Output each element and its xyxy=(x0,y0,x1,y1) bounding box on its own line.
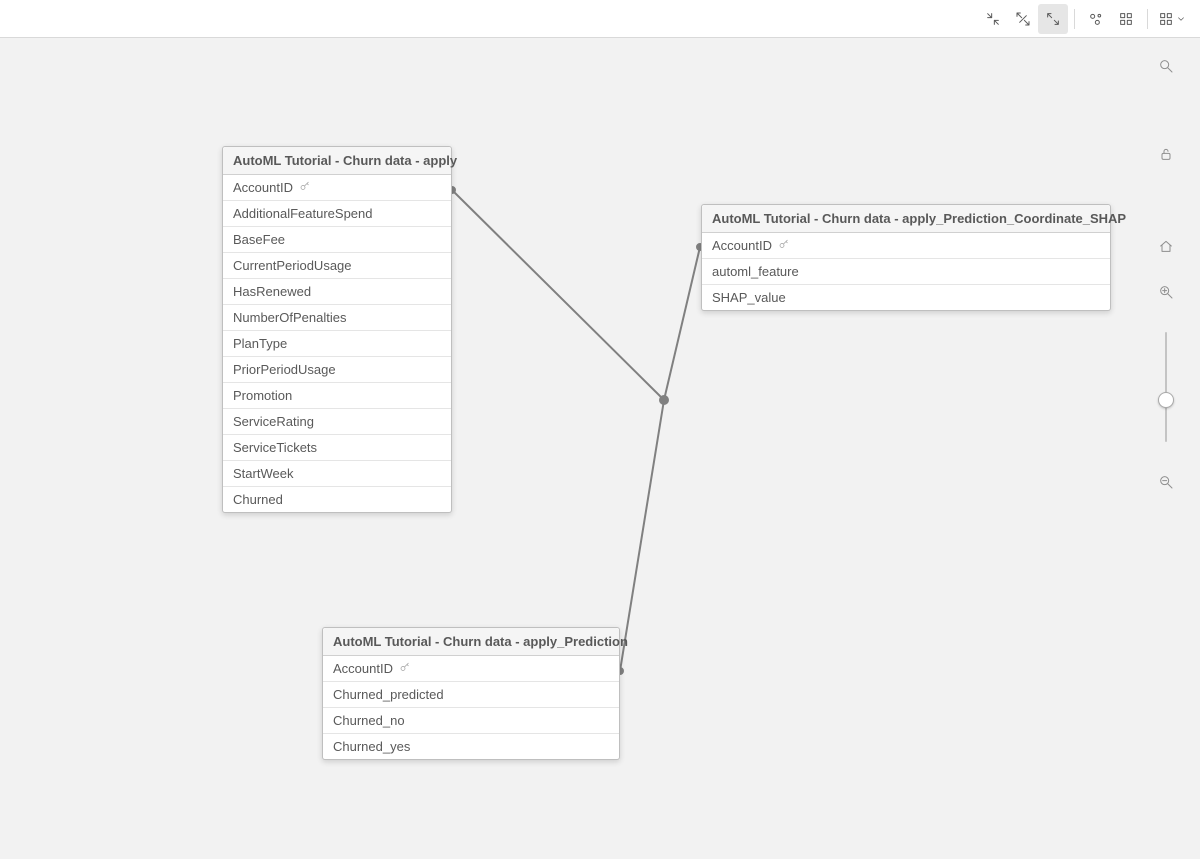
field-name: automl_feature xyxy=(712,264,799,279)
toolbar-separator xyxy=(1147,9,1148,29)
field-row[interactable]: PlanType xyxy=(223,330,451,356)
table-card-apply[interactable]: AutoML Tutorial - Churn data - apply Acc… xyxy=(222,146,452,513)
bubble-layout-button[interactable] xyxy=(1081,4,1111,34)
field-name: ServiceRating xyxy=(233,414,314,429)
field-name: HasRenewed xyxy=(233,284,311,299)
field-row[interactable]: Promotion xyxy=(223,382,451,408)
chevron-down-icon xyxy=(1176,14,1186,24)
field-name: BaseFee xyxy=(233,232,285,247)
field-row[interactable]: Churned_predicted xyxy=(323,681,619,707)
expand-icon xyxy=(1045,11,1061,27)
field-name: StartWeek xyxy=(233,466,293,481)
field-name: Churned_yes xyxy=(333,739,410,754)
field-name: AccountID xyxy=(333,661,393,676)
field-row[interactable]: AccountID xyxy=(323,656,619,681)
key-icon xyxy=(399,661,411,676)
field-row[interactable]: Churned_yes xyxy=(323,733,619,759)
table-fields: AccountID Churned_predicted Churned_no Chur… xyxy=(323,656,619,759)
expand-button[interactable] xyxy=(1038,4,1068,34)
field-name: SHAP_value xyxy=(712,290,786,305)
field-name: AccountID xyxy=(233,180,293,195)
field-row[interactable]: Churned xyxy=(223,486,451,512)
table-title: AutoML Tutorial - Churn data - apply_Pre… xyxy=(702,205,1110,233)
field-name: Churned xyxy=(233,492,283,507)
field-row[interactable]: NumberOfPenalties xyxy=(223,304,451,330)
collapse-out-icon xyxy=(1015,11,1031,27)
field-row[interactable]: CurrentPeriodUsage xyxy=(223,252,451,278)
field-row[interactable]: BaseFee xyxy=(223,226,451,252)
field-row[interactable]: AccountID xyxy=(702,233,1110,258)
field-name: AccountID xyxy=(712,238,772,253)
key-icon xyxy=(778,238,790,253)
field-row[interactable]: PriorPeriodUsage xyxy=(223,356,451,382)
field-name: ServiceTickets xyxy=(233,440,317,455)
grid-layout-icon xyxy=(1118,11,1134,27)
field-name: Churned_predicted xyxy=(333,687,444,702)
field-name: AdditionalFeatureSpend xyxy=(233,206,373,221)
bubble-layout-icon xyxy=(1088,11,1104,27)
collapse-in-icon xyxy=(985,11,1001,27)
key-icon xyxy=(299,180,311,195)
table-title: AutoML Tutorial - Churn data - apply_Pre… xyxy=(323,628,619,656)
field-name: Promotion xyxy=(233,388,292,403)
table-card-prediction[interactable]: AutoML Tutorial - Churn data - apply_Pre… xyxy=(322,627,620,760)
field-row[interactable]: automl_feature xyxy=(702,258,1110,284)
field-row[interactable]: ServiceRating xyxy=(223,408,451,434)
table-card-shap[interactable]: AutoML Tutorial - Churn data - apply_Pre… xyxy=(701,204,1111,311)
table-fields: AccountID AdditionalFeatureSpend BaseFee Cu… xyxy=(223,175,451,512)
table-title: AutoML Tutorial - Churn data - apply xyxy=(223,147,451,175)
field-row[interactable]: AccountID xyxy=(223,175,451,200)
collapse-out-button[interactable] xyxy=(1008,4,1038,34)
grid-layout-button[interactable] xyxy=(1111,4,1141,34)
model-canvas[interactable]: AutoML Tutorial - Churn data - apply Acc… xyxy=(0,38,1200,859)
field-row[interactable]: SHAP_value xyxy=(702,284,1110,310)
field-row[interactable]: Churned_no xyxy=(323,707,619,733)
field-name: Churned_no xyxy=(333,713,405,728)
field-row[interactable]: AdditionalFeatureSpend xyxy=(223,200,451,226)
field-name: PriorPeriodUsage xyxy=(233,362,336,377)
field-row[interactable]: ServiceTickets xyxy=(223,434,451,460)
table-fields: AccountID automl_feature SHAP_value xyxy=(702,233,1110,310)
top-toolbar xyxy=(0,0,1200,38)
layout-menu-icon xyxy=(1158,11,1174,27)
field-name: NumberOfPenalties xyxy=(233,310,346,325)
field-row[interactable]: HasRenewed xyxy=(223,278,451,304)
collapse-in-button[interactable] xyxy=(978,4,1008,34)
field-name: PlanType xyxy=(233,336,287,351)
layout-menu-button[interactable] xyxy=(1154,4,1190,34)
field-name: CurrentPeriodUsage xyxy=(233,258,352,273)
toolbar-separator xyxy=(1074,9,1075,29)
field-row[interactable]: StartWeek xyxy=(223,460,451,486)
